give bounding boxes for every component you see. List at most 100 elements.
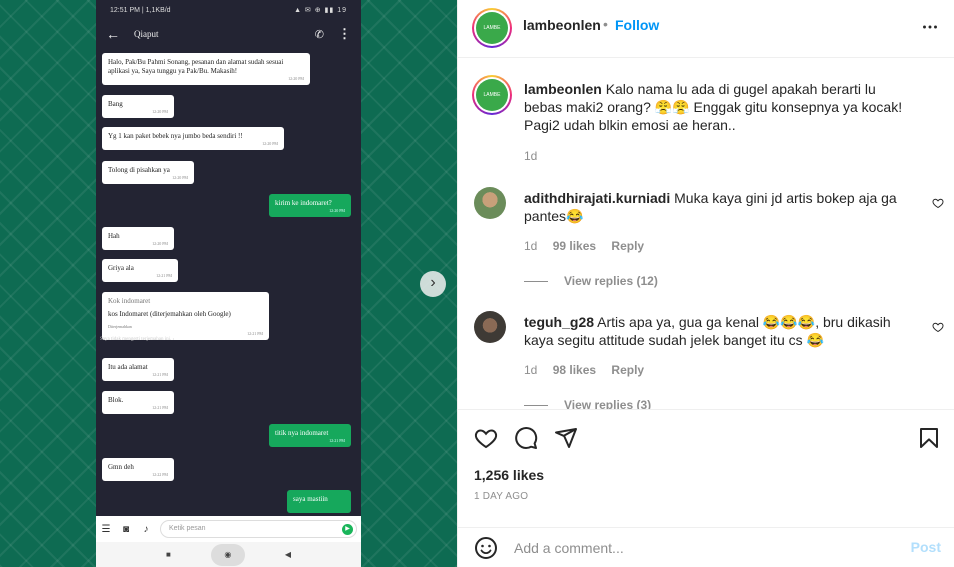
reply-button[interactable]: Reply bbox=[611, 239, 644, 253]
message-text: Halo, Pak/Bu Pahmi Sonang, pesanan dan a… bbox=[108, 58, 284, 75]
chat-input-placeholder: Ketik pesan bbox=[169, 525, 206, 532]
status-time: 12:51 PM | 1,1KB/d bbox=[110, 6, 171, 14]
chat-message: Hah 12:20 PM bbox=[102, 227, 174, 250]
chat-input-bar: ☰ ◙ ♪ Ketik pesan ▶ bbox=[96, 516, 361, 542]
back-arrow-icon: ← bbox=[106, 26, 120, 42]
message-text: kos Indomaret (diterjemahkan oleh Google… bbox=[108, 310, 231, 318]
view-replies-button[interactable]: View replies (3) bbox=[524, 398, 651, 409]
android-nav-bar: ■ ◉ ◀ bbox=[96, 542, 361, 567]
list-icon: ☰ bbox=[101, 523, 111, 535]
chat-message: titik nya indomaret 12:21 PM bbox=[269, 424, 351, 447]
message-time: 12:21 PM bbox=[152, 372, 168, 377]
post-media: 12:51 PM | 1,1KB/d ▲ ✉ ⊕ ▮▮ 19 ← Qiaput … bbox=[0, 0, 457, 567]
chat-message: Itu ada alamat 12:21 PM bbox=[102, 358, 174, 381]
message-text: Bang bbox=[108, 100, 123, 108]
translation-note: Diterjemahkan bbox=[108, 324, 132, 329]
chat-message: Kok indomaret kos Indomaret (diterjemahk… bbox=[102, 292, 269, 340]
avatar-logo-text: LAMBE bbox=[483, 92, 501, 98]
caption-text-block: lambeonlen Kalo nama lu ada di gugel apa… bbox=[524, 80, 914, 134]
chat-header: ← Qiaput ✆ ⋮ bbox=[96, 20, 361, 48]
message-text: Yg 1 kan paket bebek nya jumbo beda send… bbox=[108, 132, 243, 140]
comment-meta: 1d 99 likes Reply bbox=[524, 239, 644, 253]
separator-dot: • bbox=[603, 16, 608, 32]
message-time: 12:20 PM bbox=[172, 175, 188, 180]
author-avatar[interactable]: LAMBE bbox=[472, 8, 512, 48]
message-time: 12:21 PM bbox=[247, 331, 263, 336]
chat-input-field: Ketik pesan ▶ bbox=[160, 520, 357, 538]
follow-button[interactable]: Follow bbox=[615, 17, 659, 33]
post-date: 1 DAY AGO bbox=[474, 491, 529, 502]
chat-message: saya mastiin bbox=[287, 490, 351, 513]
bookmark-icon[interactable] bbox=[917, 426, 941, 450]
message-time: 12:21 PM bbox=[156, 273, 172, 278]
send-icon: ▶ bbox=[342, 524, 353, 535]
heart-icon[interactable] bbox=[474, 426, 498, 450]
comment-age: 1d bbox=[524, 239, 538, 253]
post-details: LAMBE lambeonlen • Follow LAMBE lambeonl… bbox=[457, 0, 954, 567]
home-icon: ◉ bbox=[210, 543, 245, 566]
translation-disclaimer-text: Saya tidak mengerti terjemahan ini. bbox=[100, 337, 172, 342]
comment-input[interactable] bbox=[514, 538, 894, 558]
comment-likes[interactable]: 99 likes bbox=[553, 239, 596, 253]
chat-message: Yg 1 kan paket bebek nya jumbo beda send… bbox=[102, 127, 284, 150]
chat-message: Blok. 12:21 PM bbox=[102, 391, 174, 414]
message-time: 12:21 PM bbox=[329, 438, 345, 443]
reply-button[interactable]: Reply bbox=[611, 363, 644, 377]
view-replies-button[interactable]: View replies (12) bbox=[524, 274, 658, 288]
message-text: Itu ada alamat bbox=[108, 363, 148, 371]
message-text: Tolong di pisahkan ya bbox=[108, 166, 170, 174]
like-comment-heart-icon[interactable] bbox=[932, 197, 944, 209]
chat-message: Gmn deh 12:22 PM bbox=[102, 458, 174, 481]
comment-icon[interactable] bbox=[514, 426, 538, 450]
translation-disclaimer: Saya tidak mengerti terjemahan ini. › bbox=[100, 337, 175, 342]
comments-section: LAMBE lambeonlen Kalo nama lu ada di gug… bbox=[458, 59, 954, 410]
message-time: 12:20 PM bbox=[152, 109, 168, 114]
post-comment-button[interactable]: Post bbox=[911, 539, 941, 555]
like-comment-heart-icon[interactable] bbox=[932, 321, 944, 333]
comment-username[interactable]: adithdhirajati.kurniadi bbox=[524, 190, 670, 206]
phone-status-bar: 12:51 PM | 1,1KB/d ▲ ✉ ⊕ ▮▮ 19 bbox=[96, 0, 361, 20]
more-options-icon[interactable] bbox=[919, 16, 941, 38]
message-time: 12:20 PM bbox=[262, 141, 278, 146]
message-time: 12:20 PM bbox=[288, 76, 304, 81]
comment-item: teguh_g28 Artis apa ya, gua ga kenal 😂😂😂… bbox=[474, 311, 944, 409]
phone-icon: ✆ bbox=[314, 28, 324, 41]
message-text: saya mastiin bbox=[293, 495, 328, 503]
author-username[interactable]: lambeonlen bbox=[523, 17, 601, 33]
message-time: 12:21 PM bbox=[152, 405, 168, 410]
message-text: titik nya indomaret bbox=[275, 429, 329, 437]
avatar-logo-text: LAMBE bbox=[483, 25, 501, 31]
message-text: Griya ala bbox=[108, 264, 134, 272]
likes-count[interactable]: 1,256 likes bbox=[474, 467, 544, 483]
post-header: LAMBE lambeonlen • Follow bbox=[458, 0, 954, 58]
caption-avatar[interactable]: LAMBE bbox=[472, 75, 512, 115]
chat-message: Halo, Pak/Bu Pahmi Sonang, pesanan dan a… bbox=[102, 53, 310, 85]
next-media-button[interactable]: › bbox=[420, 271, 446, 297]
caption-username[interactable]: lambeonlen bbox=[524, 81, 602, 97]
share-icon[interactable] bbox=[554, 426, 578, 450]
commenter-avatar[interactable] bbox=[474, 187, 506, 219]
lambe-logo-icon: LAMBE bbox=[476, 12, 508, 44]
message-text: kirim ke indomaret? bbox=[275, 199, 332, 207]
contact-name: Qiaput bbox=[134, 29, 159, 39]
message-time: 12:22 PM bbox=[152, 472, 168, 477]
caption-age: 1d bbox=[524, 149, 538, 163]
comment-age: 1d bbox=[524, 363, 538, 377]
chevron-right-icon: › bbox=[430, 274, 436, 291]
comment-text-block: adithdhirajati.kurniadi Muka kaya gini j… bbox=[524, 189, 914, 225]
emoji-icon[interactable] bbox=[474, 536, 498, 560]
comment-item: adithdhirajati.kurniadi Muka kaya gini j… bbox=[474, 187, 944, 297]
chat-message: Griya ala 12:21 PM bbox=[102, 259, 178, 282]
commenter-avatar[interactable] bbox=[474, 311, 506, 343]
message-time: 12:20 PM bbox=[152, 241, 168, 246]
comment-username[interactable]: teguh_g28 bbox=[524, 314, 594, 330]
camera-icon: ◙ bbox=[122, 523, 130, 535]
comment-likes[interactable]: 98 likes bbox=[553, 363, 596, 377]
chat-message: kirim ke indomaret? 12:20 PM bbox=[269, 194, 351, 217]
kebab-menu-icon: ⋮ bbox=[338, 26, 351, 41]
back-icon: ◀ bbox=[284, 550, 291, 559]
message-text: Gmn deh bbox=[108, 463, 134, 471]
lambe-logo-icon: LAMBE bbox=[476, 79, 508, 111]
microphone-icon: ♪ bbox=[143, 523, 149, 535]
add-comment-bar: Post bbox=[458, 527, 954, 567]
